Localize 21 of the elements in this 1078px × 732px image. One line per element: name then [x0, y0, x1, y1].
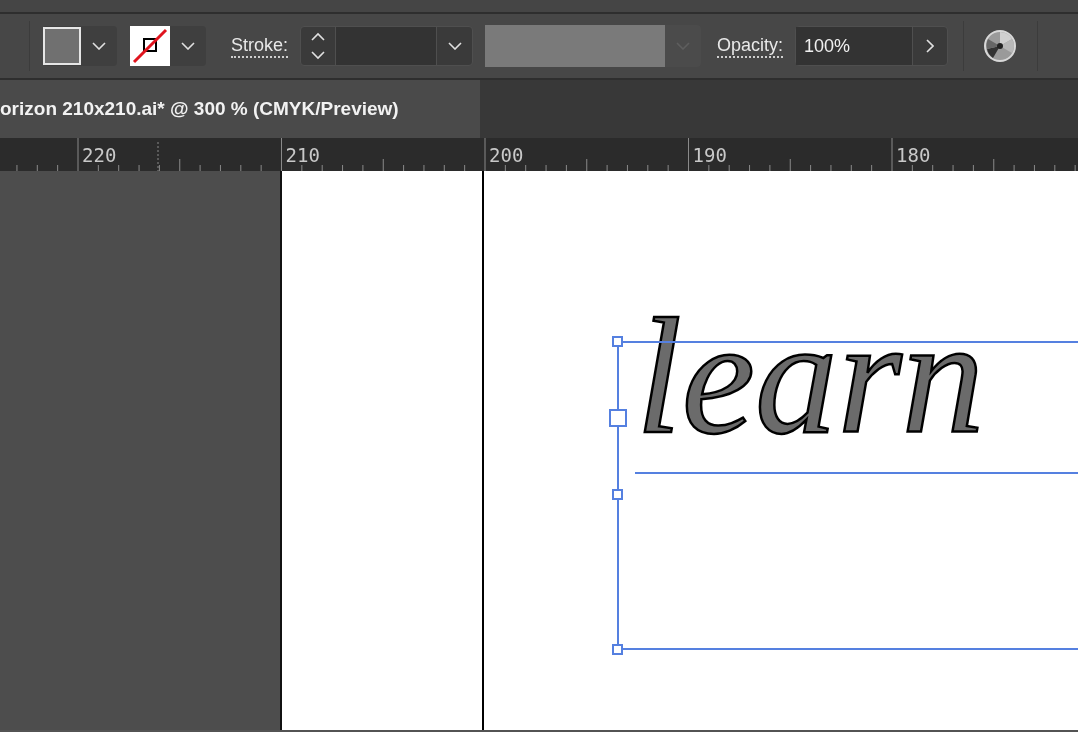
selection-handle[interactable]	[612, 644, 623, 655]
up-down-arrows-icon	[310, 31, 327, 61]
opacity-label: Opacity:	[717, 34, 784, 58]
ruler-label: 190	[692, 144, 727, 166]
stroke-label: Stroke:	[231, 34, 289, 58]
chevron-down-icon	[92, 42, 106, 50]
ruler-label: 200	[489, 144, 524, 166]
stroke-weight-field[interactable]	[336, 27, 437, 65]
selection-handle[interactable]	[612, 489, 623, 500]
recolor-wheel-icon[interactable]	[983, 29, 1018, 63]
selection-handle[interactable]	[609, 409, 627, 427]
document-tab[interactable]: orizon 210x210.ai* @ 300 % (CMYK/Preview)	[0, 80, 480, 138]
no-stroke-swatch-icon[interactable]	[130, 26, 170, 66]
ruler-label: 220	[82, 144, 117, 166]
selection-handle[interactable]	[612, 336, 623, 347]
chevron-down-icon	[181, 42, 195, 50]
fill-swatch[interactable]	[43, 27, 81, 65]
ruler-label: 210	[285, 144, 320, 166]
outlined-script-text: learn	[636, 284, 985, 470]
ruler-label: 180	[896, 144, 931, 166]
chevron-down-icon	[447, 42, 462, 50]
